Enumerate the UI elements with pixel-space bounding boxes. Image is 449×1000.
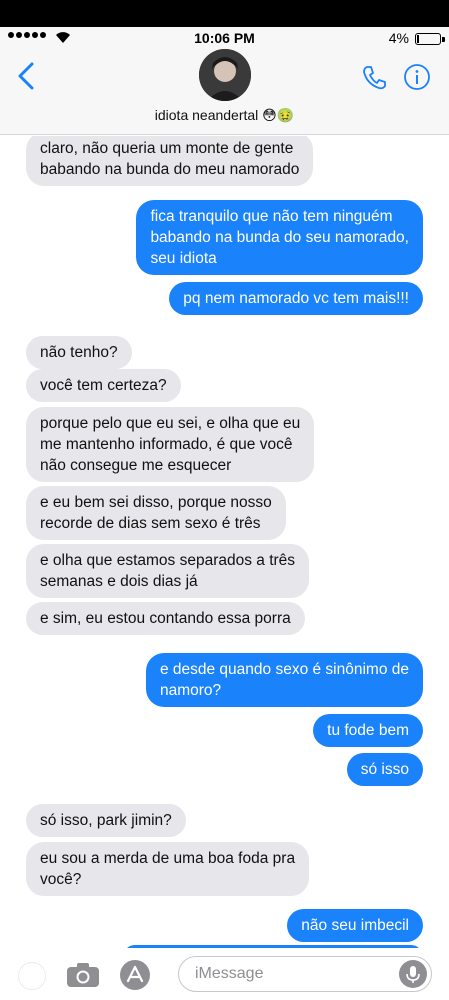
app-store-icon[interactable] (120, 960, 150, 990)
microphone-icon[interactable] (399, 960, 427, 988)
faint-circle (18, 962, 46, 990)
message-bubble[interactable]: e desde quando sexo é sinônimo de namoro… (145, 653, 423, 707)
status-bar: 10:06 PM 4% (0, 27, 449, 49)
status-time: 10:06 PM (194, 30, 255, 46)
battery-percentage: 4% (388, 30, 409, 46)
camera-icon[interactable] (66, 962, 100, 988)
message-bubble[interactable]: não tenho? (26, 336, 132, 369)
message-thread[interactable]: claro, não queria um monte de gente baba… (0, 136, 449, 948)
contact-name[interactable]: idiota neandertal 😳🤢 (0, 107, 449, 124)
message-bubble[interactable]: você tem certeza? (26, 369, 181, 402)
message-bubble[interactable]: claro, não queria um monte de gente baba… (26, 136, 314, 186)
message-bubble[interactable]: eu sou a merda de uma boa foda pra você? (26, 842, 310, 896)
message-bubble[interactable]: porque pelo que eu sei, e olha que eu me… (26, 407, 315, 482)
chevron-left-icon[interactable] (14, 61, 40, 91)
battery-icon (415, 33, 441, 45)
phone-icon[interactable] (361, 63, 389, 91)
avatar[interactable] (199, 49, 251, 101)
conversation-header: idiota neandertal 😳🤢 (0, 49, 449, 135)
message-input-placeholder: iMessage (195, 965, 264, 982)
input-bar: iMessage (0, 948, 449, 1000)
message-bubble[interactable]: pq nem namorado vc tem mais!!! (169, 282, 423, 315)
message-bubble[interactable]: não seu imbecil (287, 909, 423, 942)
message-bubble[interactable]: e eu bem sei disso, porque nosso recorde… (26, 486, 286, 540)
message-bubble[interactable]: tu fode bem (313, 714, 423, 747)
message-input[interactable]: iMessage (178, 956, 432, 992)
message-bubble[interactable]: só isso (346, 753, 423, 786)
info-icon[interactable] (403, 63, 431, 91)
message-bubble[interactable]: só isso, park jimin? (26, 804, 186, 837)
message-bubble[interactable]: e olha que estamos separados a três sema… (26, 544, 310, 598)
message-bubble[interactable]: e sim, eu estou contando essa porra (26, 602, 305, 635)
message-bubble[interactable]: fica tranquilo que não tem ninguém baban… (136, 200, 423, 275)
device-top-bar (0, 0, 449, 27)
